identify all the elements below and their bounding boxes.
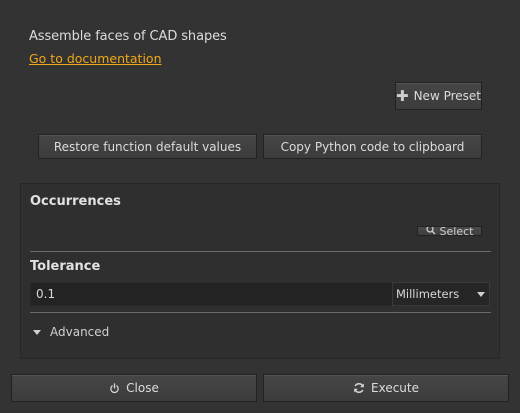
new-preset-button[interactable]: ✚ New Preset xyxy=(395,82,482,110)
tolerance-title: Tolerance xyxy=(30,259,101,274)
tolerance-value: 0.1 xyxy=(36,287,56,301)
power-icon xyxy=(109,382,120,394)
plus-icon: ✚ xyxy=(396,86,409,105)
tolerance-unit-select[interactable]: Millimeters xyxy=(392,282,490,306)
close-button[interactable]: Close xyxy=(11,374,257,402)
restore-defaults-label: Restore function default values xyxy=(53,139,242,154)
occurrences-title: Occurrences xyxy=(30,194,121,209)
execute-label: Execute xyxy=(371,381,419,395)
dialog-root: Assemble faces of CAD shapes Go to docum… xyxy=(0,0,520,413)
copy-python-code-button[interactable]: Copy Python code to clipboard xyxy=(263,134,482,159)
advanced-toggle[interactable]: Advanced xyxy=(33,325,109,339)
select-occurrences-button[interactable]: Select xyxy=(417,226,482,236)
refresh-icon xyxy=(353,382,365,394)
documentation-link[interactable]: Go to documentation xyxy=(29,51,162,66)
advanced-label: Advanced xyxy=(50,325,110,339)
new-preset-label: New Preset xyxy=(413,89,481,103)
close-label: Close xyxy=(126,381,159,395)
chevron-down-icon xyxy=(477,291,485,297)
section-divider xyxy=(30,251,491,252)
copy-python-code-label: Copy Python code to clipboard xyxy=(280,139,465,154)
tolerance-unit-value: Millimeters xyxy=(396,287,460,301)
function-description: Assemble faces of CAD shapes xyxy=(29,29,227,44)
select-label: Select xyxy=(439,226,474,236)
search-icon xyxy=(425,227,436,235)
parameters-panel: Occurrences Select Tolerance 0.1 Millime… xyxy=(20,183,500,359)
execute-button[interactable]: Execute xyxy=(263,374,509,402)
triangle-down-icon xyxy=(33,329,41,335)
tolerance-input[interactable]: 0.1 xyxy=(30,282,393,306)
restore-defaults-button[interactable]: Restore function default values xyxy=(38,134,257,159)
section-divider xyxy=(30,312,491,313)
